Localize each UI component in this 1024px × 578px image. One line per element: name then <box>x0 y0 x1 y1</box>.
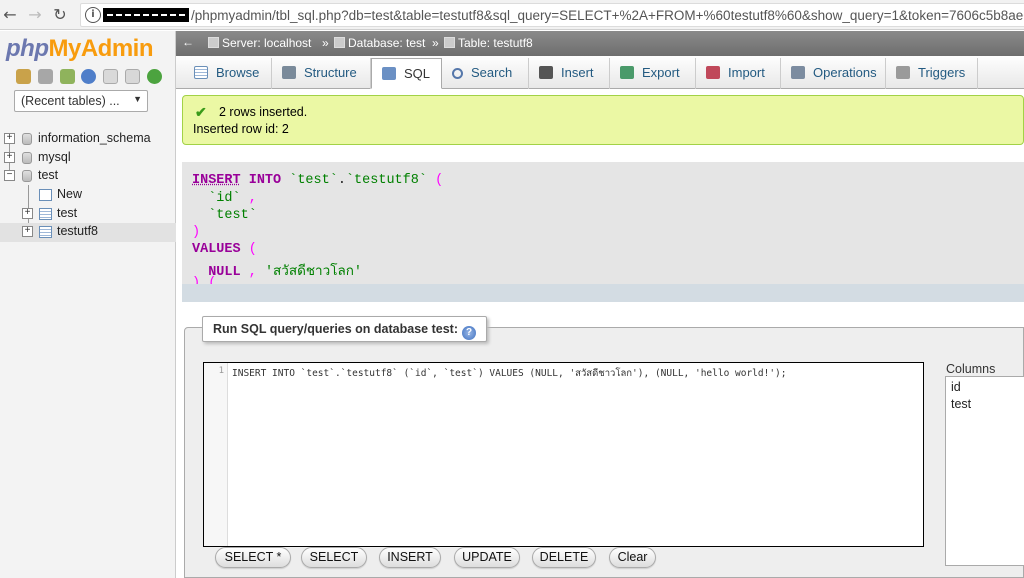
table-icon <box>444 37 455 48</box>
tree-item-new[interactable]: New <box>0 186 176 205</box>
tree-item-mysql[interactable]: + mysql <box>0 149 176 168</box>
wrench-icon <box>791 66 805 79</box>
structure-icon <box>282 66 296 79</box>
home-icon[interactable] <box>16 69 31 84</box>
tab-sql[interactable]: SQL <box>371 58 442 89</box>
tab-triggers[interactable]: Triggers <box>886 58 978 89</box>
tab-export[interactable]: Export <box>610 58 696 89</box>
sql-query-display: INSERT INTO `test`.`testutf8` ( `id` , `… <box>182 162 1024 302</box>
columns-label: Columns <box>946 362 996 376</box>
sql-line: ) <box>192 225 201 240</box>
breadcrumb: ← Server: localhost » Database: test » T… <box>176 31 1024 56</box>
recent-tables-select[interactable]: (Recent tables) ... ▼ <box>14 90 148 112</box>
tab-browse[interactable]: Browse <box>184 58 272 89</box>
sql-line: `id` , <box>208 191 257 206</box>
expand-icon[interactable]: + <box>4 133 15 144</box>
navigation-panel: phpMyAdmin (Recent tables) ... ▼ + inform… <box>0 31 176 578</box>
database-icon <box>22 170 32 182</box>
clear-button[interactable]: Clear <box>609 547 656 568</box>
sql-query-editor[interactable]: 1 INSERT INTO `test`.`testutf8` (`id`, `… <box>203 362 924 547</box>
logout-icon[interactable] <box>37 69 53 84</box>
database-icon <box>22 133 32 145</box>
tree-item-test-db[interactable]: − test <box>0 167 176 186</box>
chevron-down-icon: ▼ <box>133 94 142 104</box>
breadcrumb-server[interactable]: Server: localhost <box>208 36 311 50</box>
tab-insert[interactable]: Insert <box>529 58 610 89</box>
collapse-icon[interactable]: − <box>4 170 15 181</box>
phpmyadmin-logo[interactable]: phpMyAdmin <box>6 35 153 63</box>
back-arrow-icon[interactable]: ← <box>0 5 20 25</box>
tree-item-table-testutf8[interactable]: + testutf8 <box>0 223 176 242</box>
select-button[interactable]: SELECT <box>301 547 367 568</box>
tree-item-information-schema[interactable]: + information_schema <box>0 130 176 149</box>
import-icon <box>706 66 720 79</box>
url-text: /phpmyadmin/tbl_sql.php?db=test&table=te… <box>191 8 1024 23</box>
address-bar[interactable]: i /phpmyadmin/tbl_sql.php?db=test&table=… <box>80 3 1024 27</box>
check-icon: ✔ <box>195 104 207 120</box>
collapse-panel-icon[interactable]: ← <box>182 35 194 49</box>
breadcrumb-sep: » <box>322 36 329 50</box>
forward-arrow-icon[interactable]: → <box>25 5 45 25</box>
column-option[interactable]: id <box>951 380 961 394</box>
breadcrumb-table[interactable]: Table: testutf8 <box>444 36 533 50</box>
nav-icon-bar <box>16 69 165 87</box>
update-button[interactable]: UPDATE <box>454 547 520 568</box>
table-icon <box>39 226 52 238</box>
database-icon <box>334 37 345 48</box>
tab-structure[interactable]: Structure <box>272 58 371 89</box>
export-icon <box>620 66 634 79</box>
browser-toolbar: ← → ↻ i /phpmyadmin/tbl_sql.php?db=test&… <box>0 0 1024 30</box>
tree-item-table-test[interactable]: + test <box>0 205 176 224</box>
breadcrumb-database[interactable]: Database: test <box>334 36 425 50</box>
select-all-button[interactable]: SELECT * <box>215 547 291 568</box>
sql-line: VALUES ( <box>192 242 257 257</box>
new-table-icon <box>39 189 52 201</box>
line-number-gutter: 1 <box>204 363 228 546</box>
sql-display-toolbar <box>182 284 1024 302</box>
sql-line: `test` <box>208 208 257 223</box>
expand-icon[interactable]: + <box>22 226 33 237</box>
insert-icon <box>539 66 553 79</box>
sql-form-legend: Run SQL query/queries on database test:? <box>202 316 487 342</box>
query-window-icon[interactable] <box>59 69 75 84</box>
expand-icon[interactable]: + <box>22 208 33 219</box>
triggers-icon <box>896 66 910 79</box>
reload-icon[interactable]: ↻ <box>50 5 70 25</box>
sql-icon <box>382 67 396 80</box>
sql-line: NULL , 'สวัสดีชาวโลก' <box>208 265 362 280</box>
help-icon[interactable]: ? <box>462 326 476 340</box>
table-icon <box>39 208 52 220</box>
help-icon[interactable] <box>81 69 97 84</box>
inserted-row-id-text: Inserted row id: 2 <box>193 122 289 136</box>
success-message: ✔ 2 rows inserted. Inserted row id: 2 <box>182 95 1024 145</box>
redacted-host <box>103 8 189 22</box>
delete-button[interactable]: DELETE <box>532 547 596 568</box>
browse-icon <box>194 66 208 79</box>
insert-button[interactable]: INSERT <box>379 547 441 568</box>
column-option[interactable]: test <box>951 397 971 411</box>
sql-line: INSERT INTO `test`.`testutf8` ( <box>192 173 444 188</box>
info-icon[interactable]: i <box>85 7 101 23</box>
tab-search[interactable]: Search <box>442 58 529 89</box>
tab-bar: Browse Structure SQL Search Insert Expor… <box>176 56 1024 89</box>
sql-query-text[interactable]: INSERT INTO `test`.`testutf8` (`id`, `te… <box>232 366 787 381</box>
tab-import[interactable]: Import <box>696 58 781 89</box>
breadcrumb-sep: » <box>432 36 439 50</box>
settings-icon[interactable] <box>125 69 141 84</box>
rows-inserted-text: 2 rows inserted. <box>219 105 308 119</box>
expand-icon[interactable]: + <box>4 152 15 163</box>
tab-operations[interactable]: Operations <box>781 58 886 89</box>
server-icon <box>208 37 219 48</box>
database-icon <box>22 152 32 164</box>
documentation-icon[interactable] <box>103 69 119 84</box>
search-icon <box>452 68 463 79</box>
columns-list[interactable]: id test <box>945 376 1024 566</box>
refresh-icon[interactable] <box>146 69 162 84</box>
